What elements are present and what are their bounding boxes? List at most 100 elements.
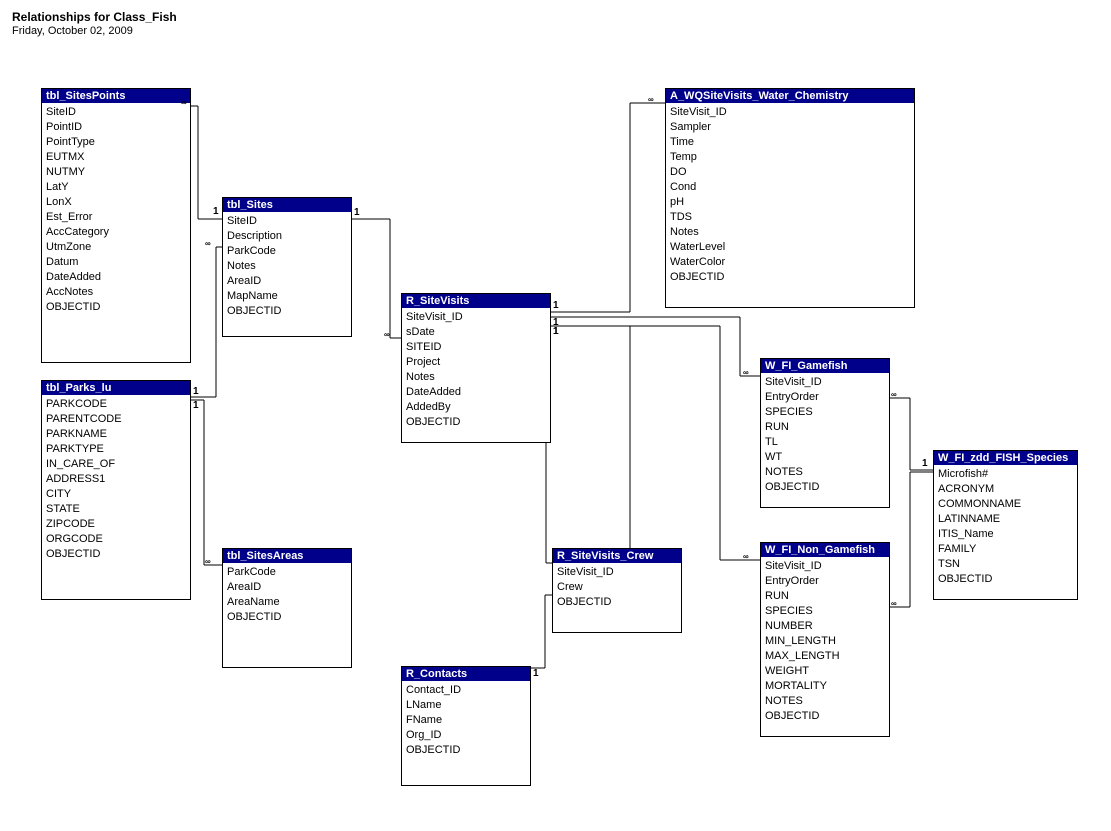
table-field[interactable]: OBJECTID: [46, 547, 186, 562]
table-field[interactable]: FAMILY: [938, 542, 1073, 557]
table-A_WQSiteVisits_Water_Chemistry[interactable]: A_WQSiteVisits_Water_ChemistrySiteVisit_…: [665, 88, 915, 308]
table-field[interactable]: Datum: [46, 255, 186, 270]
table-title[interactable]: R_SiteVisits: [402, 294, 550, 308]
table-field[interactable]: WaterColor: [670, 255, 910, 270]
table-R_Contacts[interactable]: R_ContactsContact_IDLNameFNameOrg_IDOBJE…: [401, 666, 531, 786]
table-field[interactable]: Notes: [406, 370, 546, 385]
table-field[interactable]: Microfish#: [938, 467, 1073, 482]
table-field[interactable]: RUN: [765, 420, 885, 435]
table-field[interactable]: ParkCode: [227, 244, 347, 259]
table-field[interactable]: PointID: [46, 120, 186, 135]
table-title[interactable]: tbl_SitesAreas: [223, 549, 351, 563]
table-field[interactable]: NUTMY: [46, 165, 186, 180]
table-title[interactable]: W_FI_zdd_FISH_Species: [934, 451, 1077, 465]
table-W_FI_zdd_FISH_Species[interactable]: W_FI_zdd_FISH_Species Microfish#ACRONYMCO…: [933, 450, 1078, 600]
table-field[interactable]: SPECIES: [765, 405, 885, 420]
table-field[interactable]: Time: [670, 135, 910, 150]
table-field[interactable]: WEIGHT: [765, 664, 885, 679]
table-field[interactable]: Cond: [670, 180, 910, 195]
table-field[interactable]: MIN_LENGTH: [765, 634, 885, 649]
table-title[interactable]: tbl_Parks_lu: [42, 381, 190, 395]
table-field[interactable]: AccNotes: [46, 285, 186, 300]
table-field[interactable]: AreaID: [227, 580, 347, 595]
table-field[interactable]: Temp: [670, 150, 910, 165]
table-tbl_Sites[interactable]: tbl_SitesSiteIDDescriptionParkCodeNotesA…: [222, 197, 352, 337]
table-title[interactable]: R_Contacts: [402, 667, 530, 681]
table-field[interactable]: LonX: [46, 195, 186, 210]
table-field[interactable]: Sampler: [670, 120, 910, 135]
table-field[interactable]: AddedBy: [406, 400, 546, 415]
table-field[interactable]: OBJECTID: [406, 743, 526, 758]
table-field[interactable]: ParkCode: [227, 565, 347, 580]
table-field[interactable]: ACRONYM: [938, 482, 1073, 497]
table-field[interactable]: ORGCODE: [46, 532, 186, 547]
table-field[interactable]: SiteVisit_ID: [765, 375, 885, 390]
table-tbl_SitesAreas[interactable]: tbl_SitesAreas ParkCodeAreaIDAreaNameOBJE…: [222, 548, 352, 668]
table-field[interactable]: NOTES: [765, 465, 885, 480]
table-field[interactable]: RUN: [765, 589, 885, 604]
table-field[interactable]: OBJECTID: [938, 572, 1073, 587]
table-field[interactable]: SiteVisit_ID: [406, 310, 546, 325]
table-field[interactable]: Notes: [227, 259, 347, 274]
table-field[interactable]: OBJECTID: [670, 270, 910, 285]
table-field[interactable]: OBJECTID: [765, 709, 885, 724]
table-field[interactable]: Notes: [670, 225, 910, 240]
table-title[interactable]: W_FI_Gamefish: [761, 359, 889, 373]
table-field[interactable]: PARKNAME: [46, 427, 186, 442]
table-field[interactable]: DO: [670, 165, 910, 180]
table-field[interactable]: ADDRESS1: [46, 472, 186, 487]
table-field[interactable]: NUMBER: [765, 619, 885, 634]
table-field[interactable]: COMMONNAME: [938, 497, 1073, 512]
table-field[interactable]: NOTES: [765, 694, 885, 709]
table-field[interactable]: AreaName: [227, 595, 347, 610]
table-field[interactable]: PARKTYPE: [46, 442, 186, 457]
table-field[interactable]: SiteID: [46, 105, 186, 120]
table-field[interactable]: MapName: [227, 289, 347, 304]
table-field[interactable]: AccCategory: [46, 225, 186, 240]
table-field[interactable]: ITIS_Name: [938, 527, 1073, 542]
table-field[interactable]: sDate: [406, 325, 546, 340]
table-tbl_SitesPoints[interactable]: tbl_SitesPointsSiteIDPointIDPointTypeEUT…: [41, 88, 191, 363]
table-field[interactable]: DateAdded: [406, 385, 546, 400]
table-field[interactable]: SiteID: [227, 214, 347, 229]
table-field[interactable]: PARKCODE: [46, 397, 186, 412]
table-field[interactable]: CITY: [46, 487, 186, 502]
table-field[interactable]: DateAdded: [46, 270, 186, 285]
table-field[interactable]: Crew: [557, 580, 677, 595]
table-field[interactable]: EntryOrder: [765, 390, 885, 405]
table-title[interactable]: R_SiteVisits_Crew: [553, 549, 681, 563]
table-field[interactable]: Description: [227, 229, 347, 244]
table-field[interactable]: OBJECTID: [406, 415, 546, 430]
table-field[interactable]: SiteVisit_ID: [765, 559, 885, 574]
table-field[interactable]: Est_Error: [46, 210, 186, 225]
table-R_SiteVisits_Crew[interactable]: R_SiteVisits_CrewSiteVisit_IDCrewOBJECTI…: [552, 548, 682, 633]
table-field[interactable]: WT: [765, 450, 885, 465]
table-field[interactable]: PARENTCODE: [46, 412, 186, 427]
table-field[interactable]: pH: [670, 195, 910, 210]
table-title[interactable]: tbl_SitesPoints: [42, 89, 190, 103]
table-field[interactable]: TL: [765, 435, 885, 450]
table-field[interactable]: IN_CARE_OF: [46, 457, 186, 472]
table-field[interactable]: Contact_ID: [406, 683, 526, 698]
table-field[interactable]: MAX_LENGTH: [765, 649, 885, 664]
table-field[interactable]: Org_ID: [406, 728, 526, 743]
table-field[interactable]: OBJECTID: [557, 595, 677, 610]
table-field[interactable]: EntryOrder: [765, 574, 885, 589]
table-field[interactable]: LATINNAME: [938, 512, 1073, 527]
table-field[interactable]: SPECIES: [765, 604, 885, 619]
table-field[interactable]: UtmZone: [46, 240, 186, 255]
table-field[interactable]: ZIPCODE: [46, 517, 186, 532]
table-field[interactable]: TSN: [938, 557, 1073, 572]
table-title[interactable]: A_WQSiteVisits_Water_Chemistry: [666, 89, 914, 103]
table-field[interactable]: MORTALITY: [765, 679, 885, 694]
table-field[interactable]: LatY: [46, 180, 186, 195]
table-field[interactable]: FName: [406, 713, 526, 728]
table-field[interactable]: Project: [406, 355, 546, 370]
table-field[interactable]: OBJECTID: [227, 610, 347, 625]
table-field[interactable]: STATE: [46, 502, 186, 517]
table-tbl_Parks_lu[interactable]: tbl_Parks_lu PARKCODEPARENTCODEPARKNAMEPA…: [41, 380, 191, 600]
table-field[interactable]: WaterLevel: [670, 240, 910, 255]
table-title[interactable]: tbl_Sites: [223, 198, 351, 212]
table-field[interactable]: OBJECTID: [765, 480, 885, 495]
table-field[interactable]: TDS: [670, 210, 910, 225]
